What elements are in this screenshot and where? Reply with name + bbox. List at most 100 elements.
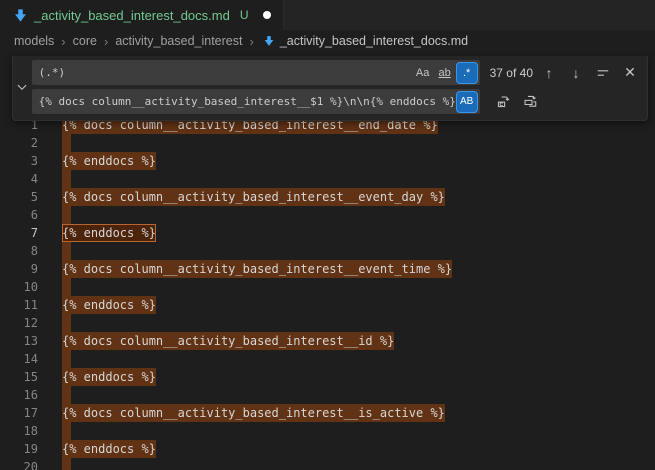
- find-input[interactable]: (.*) Aa ab .*: [32, 60, 480, 85]
- match-case-button[interactable]: Aa: [413, 63, 433, 83]
- find-replace-widget: (.*) Aa ab .* 37 of 40 ↑ ↓: [12, 56, 648, 121]
- editor-line: 14: [0, 350, 655, 368]
- line-content[interactable]: [62, 206, 71, 224]
- line-content[interactable]: {% docs column__activity_based_interest_…: [62, 404, 445, 422]
- line-number[interactable]: 13: [0, 332, 38, 350]
- line-number[interactable]: 5: [0, 188, 38, 206]
- line-content[interactable]: [62, 170, 71, 188]
- next-match-button[interactable]: ↓: [565, 62, 587, 84]
- line-content[interactable]: [62, 278, 71, 296]
- line-number[interactable]: 14: [0, 350, 38, 368]
- line-content[interactable]: {% docs column__activity_based_interest_…: [62, 260, 452, 278]
- vscode-window: _activity_based_interest_docs.md U model…: [0, 0, 655, 470]
- line-content[interactable]: {% enddocs %}: [62, 440, 156, 458]
- line-number[interactable]: 20: [0, 458, 38, 470]
- unsaved-changes-dot[interactable]: [263, 11, 271, 19]
- editor-pane[interactable]: 1{% docs column__activity_based_interest…: [0, 52, 655, 470]
- line-number[interactable]: 10: [0, 278, 38, 296]
- breadcrumb: models › core › activity_based_interest …: [0, 30, 655, 52]
- find-row: (.*) Aa ab .* 37 of 40 ↑ ↓: [32, 60, 641, 85]
- match-highlight-newline: [62, 458, 71, 470]
- markdown-file-icon: [263, 35, 275, 47]
- match-highlight: {% enddocs %}: [62, 152, 156, 170]
- line-number[interactable]: 4: [0, 170, 38, 188]
- find-in-selection-button[interactable]: [592, 62, 614, 84]
- match-highlight: {% enddocs %}: [62, 440, 156, 458]
- line-number[interactable]: 8: [0, 242, 38, 260]
- line-content[interactable]: [62, 350, 71, 368]
- whole-word-button[interactable]: ab: [435, 63, 455, 83]
- editor-line: 18: [0, 422, 655, 440]
- line-number[interactable]: 3: [0, 152, 38, 170]
- match-highlight: {% docs column__activity_based_interest_…: [62, 332, 394, 350]
- line-number[interactable]: 11: [0, 296, 38, 314]
- editor-line: 5 {% docs column__activity_based_interest…: [0, 188, 655, 206]
- line-number[interactable]: 17: [0, 404, 38, 422]
- line-content[interactable]: [62, 458, 71, 470]
- current-match-highlight: {% enddocs %}: [62, 224, 156, 242]
- line-content[interactable]: {% enddocs %}: [62, 296, 156, 314]
- line-content[interactable]: {% docs column__activity_based_interest_…: [62, 332, 394, 350]
- match-highlight: {% enddocs %}: [62, 296, 156, 314]
- line-number[interactable]: 18: [0, 422, 38, 440]
- previous-match-button[interactable]: ↑: [538, 62, 560, 84]
- tab-bar: _activity_based_interest_docs.md U: [0, 0, 655, 30]
- editor-line: 19 {% enddocs %}: [0, 440, 655, 458]
- editor-line: 13 {% docs column__activity_based_interes…: [0, 332, 655, 350]
- editor-line: 9 {% docs column__activity_based_interest…: [0, 260, 655, 278]
- git-status-badge: U: [240, 8, 249, 22]
- line-number[interactable]: 9: [0, 260, 38, 278]
- toggle-replace-chevron-icon[interactable]: [13, 60, 32, 114]
- breadcrumb-item-models[interactable]: models: [14, 34, 54, 48]
- line-content[interactable]: [62, 386, 71, 404]
- regex-button[interactable]: .*: [457, 63, 477, 83]
- preserve-case-button[interactable]: AB: [457, 92, 477, 112]
- editor-line: 4: [0, 170, 655, 188]
- tab-filename: _activity_based_interest_docs.md: [34, 8, 230, 23]
- match-highlight-newline: [62, 386, 71, 404]
- match-highlight-newline: [62, 422, 71, 440]
- line-content[interactable]: {% enddocs %}: [62, 224, 156, 242]
- editor-line: 3 {% enddocs %}: [0, 152, 655, 170]
- breadcrumb-item-core[interactable]: core: [73, 34, 97, 48]
- line-content[interactable]: [62, 134, 71, 152]
- editor-line: 10: [0, 278, 655, 296]
- replace-input[interactable]: {% docs column__activity_based_interest_…: [32, 89, 480, 114]
- replace-button[interactable]: [493, 91, 515, 113]
- editor-line: 6: [0, 206, 655, 224]
- match-highlight-newline: [62, 278, 71, 296]
- line-content[interactable]: [62, 242, 71, 260]
- line-number[interactable]: 7: [0, 224, 38, 242]
- line-content[interactable]: {% docs column__activity_based_interest_…: [62, 188, 445, 206]
- match-highlight: {% enddocs %}: [62, 368, 156, 386]
- close-button[interactable]: ✕: [619, 62, 641, 84]
- line-content[interactable]: {% enddocs %}: [62, 152, 156, 170]
- breadcrumb-item-file[interactable]: _activity_based_interest_docs.md: [280, 34, 468, 48]
- results-count: 37 of 40: [490, 66, 533, 80]
- editor-line: 2: [0, 134, 655, 152]
- editor-line: 20: [0, 458, 655, 470]
- match-highlight: {% docs column__activity_based_interest_…: [62, 404, 445, 422]
- match-highlight-newline: [62, 170, 71, 188]
- line-number[interactable]: 2: [0, 134, 38, 152]
- editor-line: 7 {% enddocs %}: [0, 224, 655, 242]
- line-content[interactable]: [62, 314, 71, 332]
- editor-line: 11 {% enddocs %}: [0, 296, 655, 314]
- match-highlight-newline: [62, 314, 71, 332]
- editor-line: 17 {% docs column__activity_based_interes…: [0, 404, 655, 422]
- breadcrumb-item-activity-based-interest[interactable]: activity_based_interest: [115, 34, 242, 48]
- find-input-value: (.*): [39, 66, 411, 79]
- line-number[interactable]: 19: [0, 440, 38, 458]
- editor-line: 8: [0, 242, 655, 260]
- replace-all-button[interactable]: [520, 91, 542, 113]
- editor-line: 15 {% enddocs %}: [0, 368, 655, 386]
- line-content[interactable]: [62, 422, 71, 440]
- line-number[interactable]: 15: [0, 368, 38, 386]
- line-number[interactable]: 12: [0, 314, 38, 332]
- breadcrumb-separator-icon: ›: [104, 34, 108, 49]
- editor-line: 12: [0, 314, 655, 332]
- line-number[interactable]: 16: [0, 386, 38, 404]
- line-number[interactable]: 6: [0, 206, 38, 224]
- tab-active-file[interactable]: _activity_based_interest_docs.md U: [0, 0, 284, 30]
- line-content[interactable]: {% enddocs %}: [62, 368, 156, 386]
